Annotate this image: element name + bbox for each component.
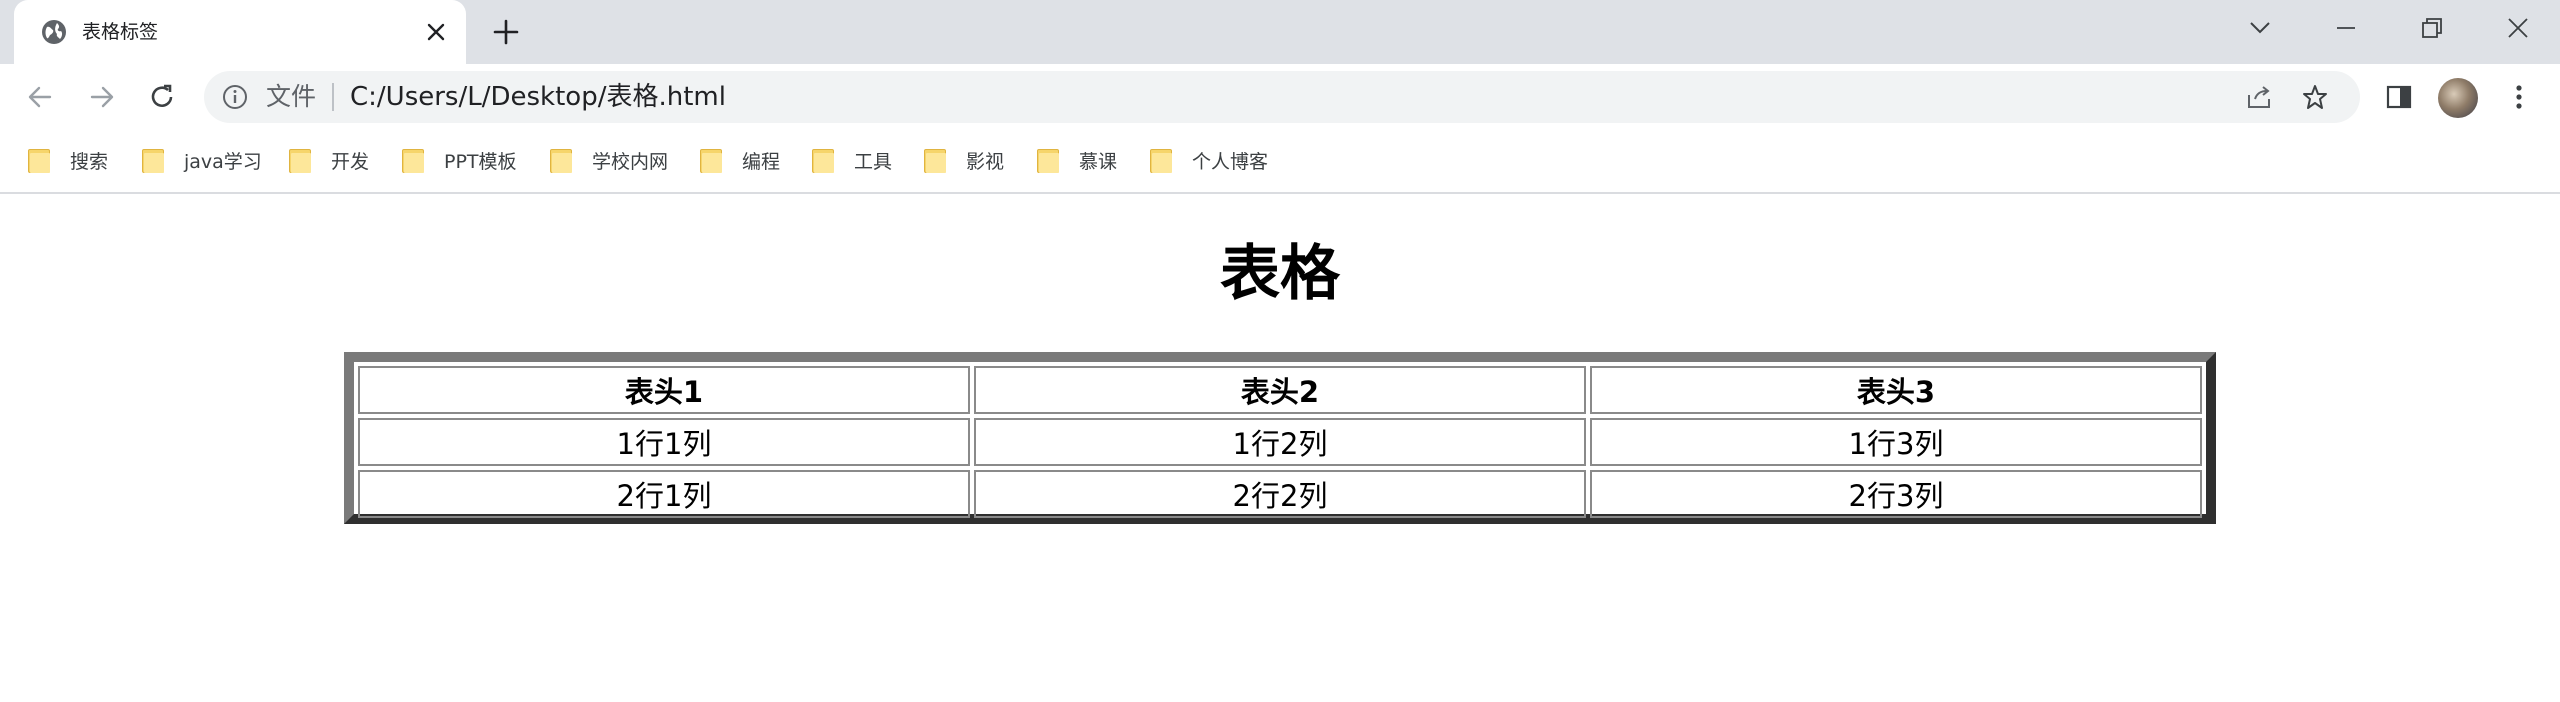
bookmark-label: 搜索: [70, 150, 109, 173]
bookmark-folder[interactable]: 工具: [812, 142, 892, 178]
more-menu-icon[interactable]: [2500, 78, 2538, 116]
bookmark-folder[interactable]: 慕课: [1037, 142, 1117, 178]
bookmark-folder[interactable]: java学习: [142, 142, 262, 178]
folder-icon: [28, 149, 50, 173]
new-tab-plus-icon[interactable]: [488, 14, 524, 50]
tab-strip: 表格标签: [0, 0, 2560, 64]
info-icon[interactable]: [222, 84, 248, 110]
folder-icon: [1037, 149, 1059, 173]
folder-icon: [812, 149, 834, 173]
page-content: 表格 表头1 表头2 表头3 1行1列 1行2列 1行3列 2行1列 2行2列: [0, 194, 2560, 702]
bookmark-folder[interactable]: 影视: [924, 142, 1004, 178]
bookmark-folder[interactable]: 个人博客: [1150, 142, 1268, 178]
table-cell: 1行2列: [974, 418, 1586, 466]
globe-icon: [40, 18, 68, 46]
tab-search-chevron-icon[interactable]: [2236, 8, 2284, 48]
bookmarks-bar: 搜索 java学习 开发 PPT模板 学校内网 编程 工具 影视 慕课 个人博客: [0, 130, 2560, 194]
bookmark-folder[interactable]: 搜索: [28, 142, 108, 178]
header-cell: 表头3: [1590, 366, 2202, 414]
bookmark-star-icon[interactable]: [2300, 82, 2330, 112]
table-row: 2行1列 2行2列 2行3列: [358, 470, 2202, 518]
table-header-row: 表头1 表头2 表头3: [358, 366, 2202, 414]
table-cell: 2行2列: [974, 470, 1586, 518]
data-table: 表头1 表头2 表头3 1行1列 1行2列 1行3列 2行1列 2行2列 2行3…: [354, 362, 2206, 522]
address-bar[interactable]: 文件 C:/Users/L/Desktop/表格.html: [204, 71, 2360, 123]
bookmark-label: 工具: [854, 150, 893, 173]
reload-icon[interactable]: [142, 77, 182, 117]
table-cell: 1行3列: [1590, 418, 2202, 466]
table-cell: 2行1列: [358, 470, 970, 518]
address-separator: [332, 83, 334, 111]
folder-icon: [142, 149, 164, 173]
folder-icon: [550, 149, 572, 173]
table-row: 1行1列 1行2列 1行3列: [358, 418, 2202, 466]
bookmark-label: 影视: [966, 150, 1005, 173]
folder-icon: [700, 149, 722, 173]
profile-avatar[interactable]: [2438, 78, 2478, 118]
scheme-label: 文件: [266, 82, 317, 111]
restore-icon[interactable]: [2408, 8, 2456, 48]
tab-close-icon[interactable]: [420, 16, 452, 48]
url-text[interactable]: C:/Users/L/Desktop/表格.html: [350, 81, 726, 113]
forward-arrow-icon[interactable]: [82, 77, 122, 117]
page-heading: 表格: [1220, 239, 1340, 309]
bookmark-folder[interactable]: 编程: [700, 142, 780, 178]
folder-icon: [402, 149, 424, 173]
bookmark-folder[interactable]: PPT模板: [402, 142, 517, 178]
share-icon[interactable]: [2244, 82, 2274, 112]
bookmark-label: java学习: [184, 150, 262, 173]
bookmark-label: 开发: [331, 150, 370, 173]
bookmark-label: PPT模板: [444, 150, 517, 173]
minimize-icon[interactable]: [2322, 8, 2370, 48]
side-panel-icon[interactable]: [2380, 78, 2418, 116]
folder-icon: [924, 149, 946, 173]
close-window-icon[interactable]: [2494, 8, 2542, 48]
bookmark-folder[interactable]: 学校内网: [550, 142, 668, 178]
bookmark-label: 编程: [742, 150, 781, 173]
table-cell: 2行3列: [1590, 470, 2202, 518]
back-arrow-icon[interactable]: [20, 77, 60, 117]
folder-icon: [1150, 149, 1172, 173]
folder-icon: [289, 149, 311, 173]
bookmark-label: 学校内网: [592, 150, 669, 173]
header-cell: 表头2: [974, 366, 1586, 414]
header-cell: 表头1: [358, 366, 970, 414]
bookmark-label: 个人博客: [1192, 150, 1269, 173]
bookmark-folder[interactable]: 开发: [289, 142, 369, 178]
bookmark-label: 慕课: [1079, 150, 1118, 173]
table-cell: 1行1列: [358, 418, 970, 466]
tab-title: 表格标签: [82, 21, 159, 43]
browser-tab[interactable]: 表格标签: [14, 0, 466, 64]
table-border: 表头1 表头2 表头3 1行1列 1行2列 1行3列 2行1列 2行2列 2行3…: [344, 352, 2216, 524]
browser-toolbar: 文件 C:/Users/L/Desktop/表格.html: [0, 64, 2560, 130]
